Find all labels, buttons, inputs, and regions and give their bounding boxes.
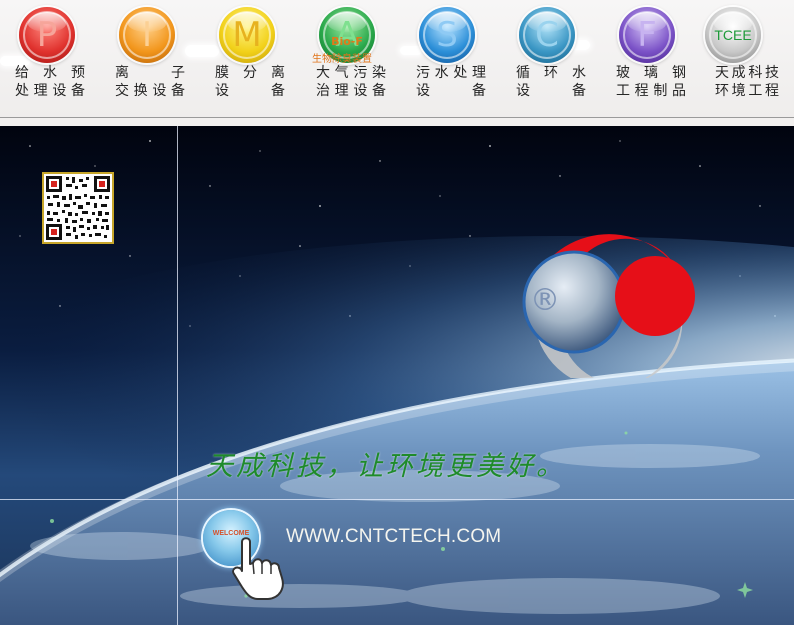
hero-banner: ® 天成科技，让环境更美好。 WELCOME WWW.CNTCTECH.COM — [0, 126, 794, 625]
nav-label-line1: 污水处理 — [416, 65, 486, 81]
p-letter-icon[interactable]: P — [19, 7, 75, 63]
bio-deodorization-caption: 生物除臭装置 — [312, 54, 372, 65]
company-slogan: 天成科技，让环境更美好。 — [206, 451, 566, 482]
f-letter-icon[interactable]: F — [619, 7, 675, 63]
nav-label-line1: 离 子 — [115, 65, 185, 81]
nav-label-line1: 膜 分 离 — [215, 65, 285, 81]
qr-code[interactable] — [42, 172, 114, 244]
c-letter-icon[interactable]: C — [519, 7, 575, 63]
nav-label-line1: 循 环 水 — [516, 65, 586, 81]
nav-item-tcee-engineering[interactable]: TCEE 天成科技 环境工程 — [700, 0, 794, 117]
nav-item-air-pollution[interactable]: A Bio-F 生物除臭装置 大气污染 治理设备 — [300, 0, 400, 117]
nav-item-ion-exchange[interactable]: I 离 子 交换设备 — [100, 0, 200, 117]
qr-code-icon — [44, 174, 112, 242]
registered-mark: ® — [530, 283, 560, 318]
website-link[interactable]: WWW.CNTCTECH.COM — [286, 526, 501, 548]
pointing-hand-icon — [232, 537, 284, 600]
nav-icon-letter: I — [141, 15, 153, 55]
nav-label-line1: 玻 璃 钢 — [616, 65, 686, 81]
tcee-logo-icon[interactable]: TCEE — [705, 7, 761, 63]
nav-label-line1: 天成科技 — [715, 65, 779, 81]
nav-icon-letter: M — [232, 15, 262, 55]
nav-label-line2: 处理设备 — [15, 83, 85, 99]
nav-label-line1: 给 水 预 — [15, 65, 85, 81]
nav-label-line1: 大气污染 — [316, 65, 386, 81]
bio-f-label: Bio-F — [331, 35, 363, 48]
top-navigation: P 给 水 预 处理设备 I 离 子 交换设备 M 膜 分 离 设 备 A Bi… — [0, 0, 794, 118]
s-letter-icon[interactable]: S — [419, 7, 475, 63]
nav-item-circulating-water[interactable]: C 循 环 水 设 备 — [500, 0, 600, 117]
nav-label-line2: 工程制品 — [616, 83, 686, 99]
nav-icon-letter: P — [36, 15, 58, 55]
nav-icon-letter: C — [535, 15, 559, 55]
guide-line-horizontal — [0, 499, 794, 500]
nav-item-sewage-treatment[interactable]: S 污水处理 设 备 — [400, 0, 500, 117]
nav-label-line2: 设 备 — [516, 83, 586, 99]
nav-label-line2: 设 备 — [416, 83, 486, 99]
tiancheng-logo: ® — [522, 234, 695, 378]
nav-label-line2: 交换设备 — [115, 83, 185, 99]
nav-item-frp-products[interactable]: F 玻 璃 钢 工程制品 — [600, 0, 700, 117]
m-letter-icon[interactable]: M — [219, 7, 275, 63]
nav-label-line2: 治理设备 — [316, 83, 386, 99]
nav-item-membrane-separation[interactable]: M 膜 分 离 设 备 — [200, 0, 300, 117]
nav-icon-letter: S — [436, 15, 458, 55]
nav-label-line2: 环境工程 — [715, 83, 779, 99]
nav-icon-letter: TCEE — [714, 27, 752, 43]
guide-line-vertical — [177, 126, 178, 625]
i-letter-icon[interactable]: I — [119, 7, 175, 63]
nav-label-line2: 设 备 — [215, 83, 285, 99]
nav-item-water-pretreatment[interactable]: P 给 水 预 处理设备 — [0, 0, 100, 117]
nav-icon-letter: F — [637, 15, 657, 55]
